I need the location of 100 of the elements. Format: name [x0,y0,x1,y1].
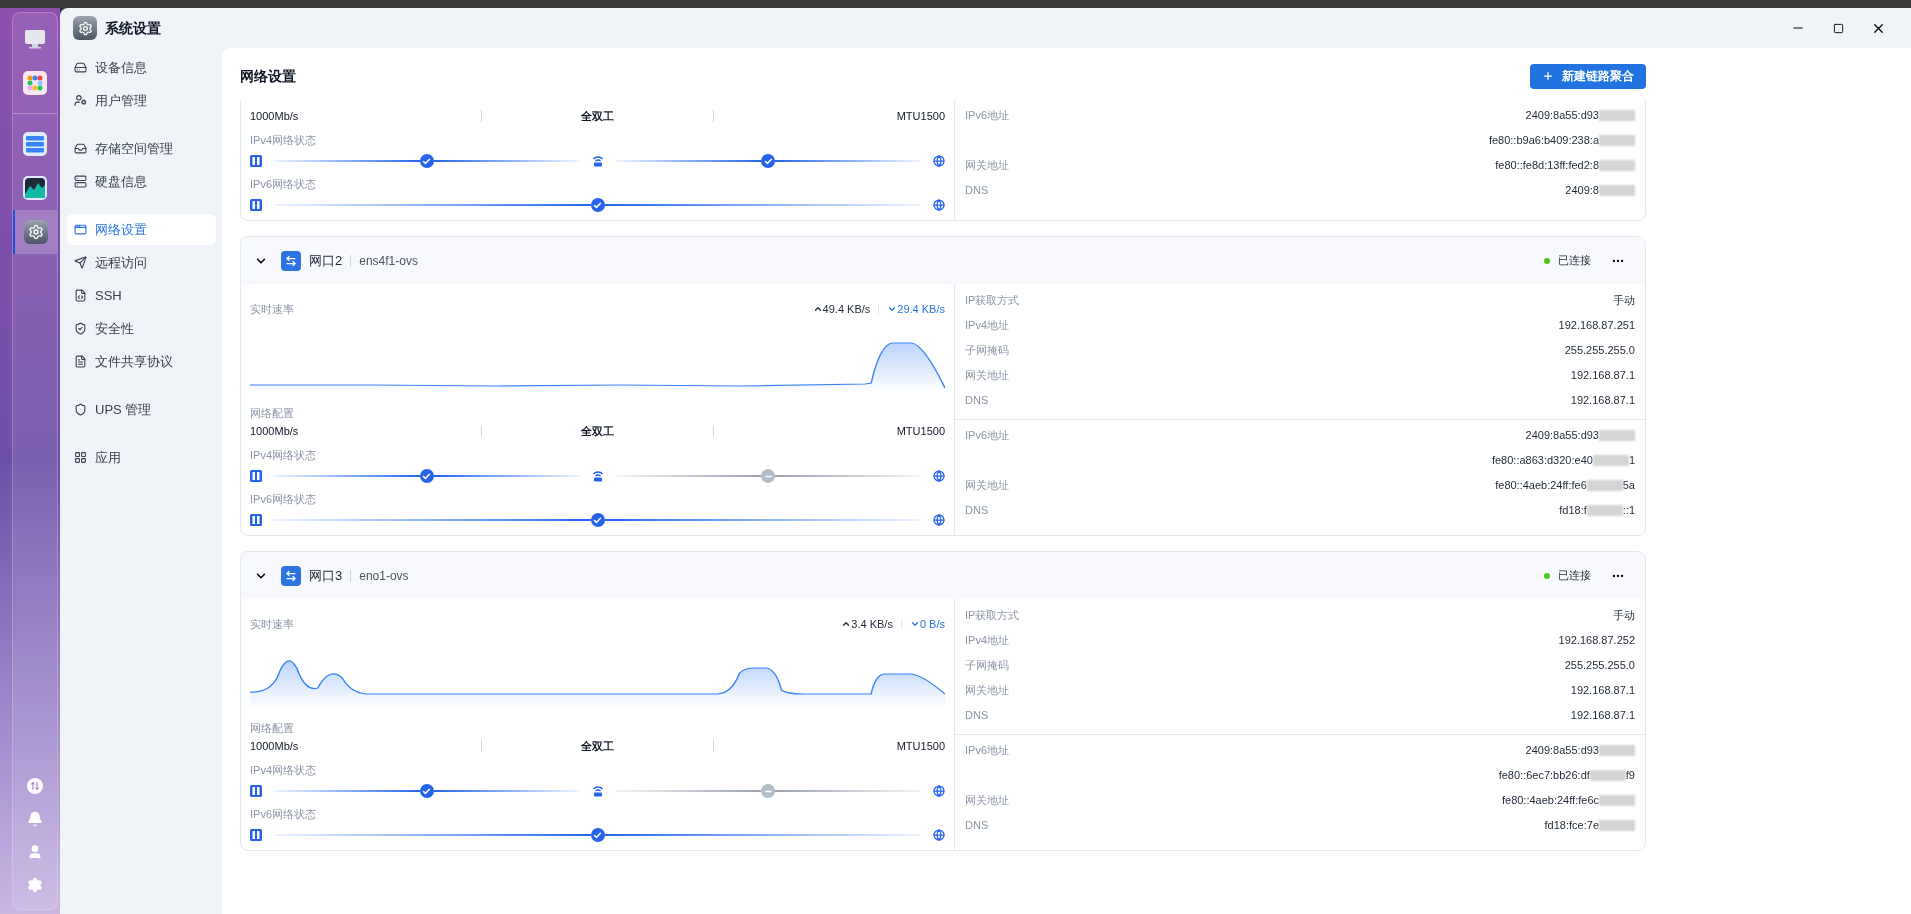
status-label: IPv6网络状态 [250,492,317,507]
sidebar-icon [74,355,87,368]
config-value: 1000Mb/s [250,738,300,754]
download-icon [909,619,920,629]
port-icon [281,565,301,586]
sidebar-icon [74,289,87,302]
sidebar-item[interactable]: 设备信息 [67,52,216,83]
sidebar-icon [74,175,87,188]
sidebar-item[interactable]: 远程访问 [67,247,216,278]
info-label: IPv4地址 [965,633,1009,649]
upload-icon [841,619,852,629]
info-value: fd18:f [1559,503,1587,519]
bell-icon[interactable] [27,811,43,827]
activity-monitor-icon[interactable] [23,176,47,200]
upload-icon [812,304,823,314]
server-icon [250,470,262,482]
info-value: fe80::4aeb:24ff:fe6 [1495,478,1587,494]
download-speed: 29.4 KB/s [897,301,945,317]
server-icon [250,514,262,526]
info-value: 2409:8a55:d93 [1525,428,1599,444]
info-value: fe80::fe8d:13ff:fed2:8 [1495,158,1599,174]
info-value: 255.255.255.0 [1564,658,1635,674]
config-label: 网络配置 [250,721,295,736]
sidebar-item[interactable]: 应用 [67,442,216,473]
info-label: IPv4地址 [965,318,1009,334]
info-label: 子网掩码 [965,343,1009,359]
info-value: fd18:fce:7e [1544,818,1599,834]
info-value: 2409:8a55:d93 [1525,743,1599,759]
config-value: MTU1500 [895,738,945,754]
sidebar-item[interactable]: 安全性 [67,313,216,344]
info-value: fe80::4aeb:24ff:fe6c [1501,793,1599,809]
speed-label: 实时速率 [250,616,294,632]
info-value: 手动 [1613,293,1635,309]
app-icon [73,16,97,40]
info-value: fe80::b9a6:b409:238:a [1488,133,1599,149]
info-value: 5a [1622,478,1635,494]
maximize-icon [1832,22,1844,34]
info-label: DNS [965,393,989,409]
transfer-icon[interactable] [27,778,43,794]
port-name: 网口2 [309,251,343,270]
status-label: IPv6网络状态 [250,807,317,822]
config-value: 1000Mb/s [250,108,300,124]
info-label: 网关地址 [965,478,1009,494]
info-label: DNS [965,708,989,724]
server-icon [250,155,262,167]
config-value: 全双工 [580,738,615,754]
status-label: IPv4网络状态 [250,763,317,778]
status-label: IPv4网络状态 [250,448,317,463]
settings-app-icon[interactable] [24,220,48,244]
sidebar-item[interactable]: 文件共享协议 [67,346,216,377]
connection-status: 已连接 [1558,568,1591,584]
info-label: 子网掩码 [965,658,1009,674]
info-value: 192.168.87.1 [1570,393,1635,409]
sidebar-item[interactable]: 网络设置 [67,214,216,245]
info-value: fe80::a863:d320:e40 [1491,453,1593,469]
sidebar-icon [74,61,87,74]
download-speed: 0 B/s [919,616,945,632]
page-title: 网络设置 [240,66,296,86]
config-value: MTU1500 [895,423,945,439]
storage-icon[interactable] [23,132,47,156]
info-value: ::1 [1622,503,1635,519]
sidebar-item[interactable]: SSH [67,280,216,311]
info-label: IP获取方式 [965,293,1020,309]
info-label: 网关地址 [965,793,1009,809]
sidebar-item[interactable]: 用户管理 [67,85,216,116]
sidebar-item[interactable]: 存储空间管理 [67,133,216,164]
download-icon [887,304,898,314]
info-value: 手动 [1613,608,1635,624]
info-value: 2409:8 [1565,183,1599,199]
config-value: 1000Mb/s [250,423,300,439]
sidebar-icon [74,94,87,107]
info-label: DNS [965,503,989,519]
window-title: 系统设置 [105,18,161,38]
globe-icon [933,155,945,167]
globe-icon [933,470,945,482]
config-value: 全双工 [580,108,615,124]
monitor-icon[interactable] [23,27,47,51]
info-label: IPv6地址 [965,428,1009,444]
upload-speed: 3.4 KB/s [851,616,893,632]
user-icon[interactable] [27,844,43,860]
sidebar-item[interactable]: UPS 管理 [67,394,216,425]
sidebar-icon [74,403,87,416]
apps-icon[interactable] [23,71,47,95]
upload-speed: 49.4 KB/s [822,301,871,317]
info-value: f9 [1625,768,1635,784]
plus-icon [1542,70,1554,82]
info-label: 网关地址 [965,158,1009,174]
info-value: 192.168.87.1 [1570,368,1635,384]
speed-label: 实时速率 [250,301,294,317]
server-icon [250,829,262,841]
port-name: 网口3 [309,566,343,585]
config-label: 网络配置 [250,406,295,421]
info-label: DNS [965,818,989,834]
sidebar-icon [74,223,87,236]
interface-name: ens4f1-ovs [359,252,418,270]
info-value: 192.168.87.1 [1570,683,1635,699]
settings-icon[interactable] [27,877,43,893]
sidebar-icon [74,322,87,335]
new-link-aggregation-button[interactable]: 新建链路聚合 [1530,63,1646,89]
sidebar-item[interactable]: 硬盘信息 [67,166,216,197]
